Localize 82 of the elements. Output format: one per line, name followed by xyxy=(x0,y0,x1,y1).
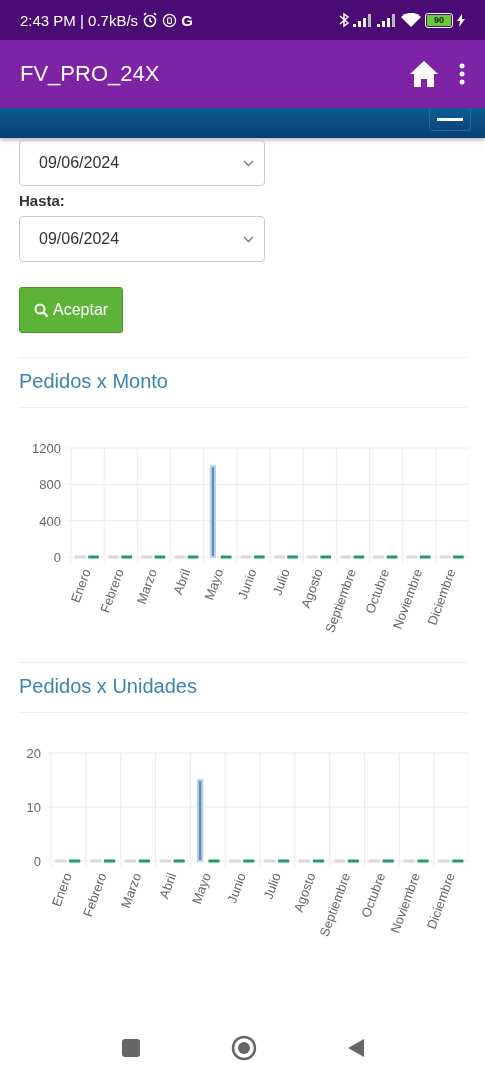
bar xyxy=(274,555,285,559)
axis-tick-label: 10 xyxy=(26,800,41,815)
bar xyxy=(88,555,99,559)
bar xyxy=(69,859,81,863)
search-icon xyxy=(34,302,49,318)
bar xyxy=(333,859,345,863)
axis-tick-label: 1200 xyxy=(32,441,61,456)
bar xyxy=(320,555,332,559)
bar xyxy=(159,859,171,863)
bar xyxy=(438,859,450,863)
bar xyxy=(173,859,185,863)
bar xyxy=(243,859,255,863)
bar xyxy=(124,859,136,863)
bar xyxy=(240,555,252,559)
axis-tick-label: 0 xyxy=(53,550,61,565)
axis-tick-label: 800 xyxy=(39,477,61,493)
axis-category-label: Enero xyxy=(48,870,75,909)
square-icon[interactable] xyxy=(120,1038,141,1058)
chevron-down-icon xyxy=(243,235,254,243)
bar xyxy=(439,555,451,559)
notification-letter: G xyxy=(181,11,193,29)
bar xyxy=(347,859,359,863)
date-select[interactable]: 09/06/2024 xyxy=(19,216,265,262)
app-title: FV_PRO_24X xyxy=(20,61,161,87)
bar xyxy=(229,859,241,863)
bar xyxy=(121,555,133,559)
back-icon[interactable] xyxy=(346,1038,365,1058)
wifi-icon xyxy=(401,12,421,28)
axis-category-label: Julio xyxy=(269,566,293,598)
bar xyxy=(353,555,365,559)
bar xyxy=(452,859,464,863)
bluetooth-icon xyxy=(339,12,349,28)
circle-icon xyxy=(162,12,178,28)
charging-icon xyxy=(457,13,465,27)
axis-category-label: Mayo xyxy=(201,566,227,602)
axis-tick-label: 400 xyxy=(39,513,61,529)
bar xyxy=(307,555,318,559)
bar xyxy=(154,555,166,559)
axis-category-label: Marzo xyxy=(133,566,161,606)
chart-title: Pedidos x Monto xyxy=(19,369,169,394)
bar xyxy=(287,555,298,559)
field-label: Hasta: xyxy=(19,192,66,209)
bar xyxy=(138,859,150,863)
more-icon[interactable] xyxy=(459,63,465,85)
axis-category-label: Mayo xyxy=(189,870,215,906)
bar xyxy=(264,859,276,863)
bar xyxy=(278,859,290,863)
bar xyxy=(141,555,152,559)
bar xyxy=(108,555,119,559)
alarm-icon xyxy=(142,12,159,28)
chevron-down-icon xyxy=(243,159,254,167)
bar xyxy=(220,555,232,559)
axis-category-label: Junio xyxy=(224,870,249,906)
bar xyxy=(340,555,351,559)
bar xyxy=(417,859,429,863)
bar xyxy=(208,859,220,863)
axis-category-label: Junio xyxy=(234,566,260,602)
signal-icon xyxy=(377,13,397,27)
battery-icon: 90 xyxy=(425,12,453,28)
bar xyxy=(75,555,86,559)
bar xyxy=(453,555,464,559)
home-icon[interactable] xyxy=(409,60,439,88)
signal-icon xyxy=(353,13,373,27)
bar xyxy=(403,859,415,863)
bar xyxy=(368,859,380,863)
axis-category-label: Marzo xyxy=(117,870,145,910)
axis-category-label: Abril xyxy=(170,566,194,597)
home-circle-icon[interactable] xyxy=(230,1035,257,1061)
chart-title: Pedidos x Unidades xyxy=(19,674,198,699)
bar xyxy=(254,555,265,559)
status-text: 2:43 PM | 0.7kB/s xyxy=(20,11,139,29)
axis-category-label: Agosto xyxy=(297,566,326,611)
axis-category-label: Agosto xyxy=(290,870,319,915)
axis-tick-label: 20 xyxy=(26,746,41,761)
date-select[interactable]: 09/06/2024 xyxy=(19,140,265,186)
axis-category-label: Enero xyxy=(67,566,94,605)
axis-category-label: Abril xyxy=(156,870,180,901)
axis-tick-label: 0 xyxy=(33,854,41,869)
bar xyxy=(55,859,67,863)
bar xyxy=(382,859,394,863)
menu-icon[interactable] xyxy=(429,108,471,131)
axis-category-label: Julio xyxy=(260,870,284,902)
